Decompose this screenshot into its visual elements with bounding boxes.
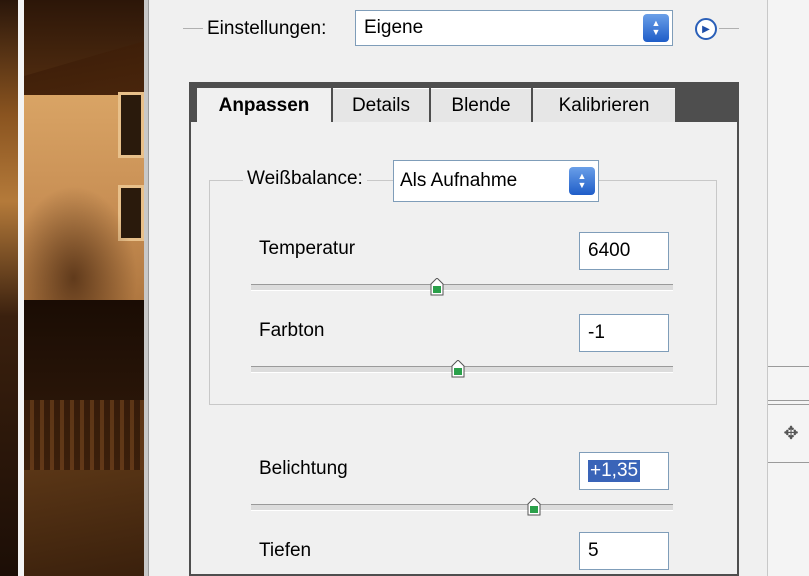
temperature-label: Temperatur — [259, 238, 356, 259]
move-cross-icon[interactable]: ✥ — [782, 423, 800, 443]
tab-kalibrieren[interactable]: Kalibrieren — [533, 88, 675, 122]
tab-anpassen[interactable]: Anpassen — [197, 88, 331, 124]
white-balance-select[interactable]: Als Aufnahme ▲ ▼ — [393, 160, 599, 202]
tint-input[interactable]: -1 — [579, 314, 669, 352]
right-panel: ✥ — [767, 0, 809, 576]
exposure-label: Belichtung — [259, 458, 348, 479]
image-preview — [0, 0, 148, 576]
shadows-input[interactable]: 5 — [579, 532, 669, 570]
tab-details[interactable]: Details — [333, 88, 429, 122]
photo-edge-strip — [0, 0, 18, 576]
temperature-slider-track[interactable] — [251, 284, 673, 291]
up-down-arrows-icon[interactable]: ▲ ▼ — [643, 14, 669, 42]
tint-value: -1 — [588, 322, 605, 343]
exposure-value: +1,35 — [588, 460, 641, 482]
white-balance-value: Als Aufnahme — [400, 170, 518, 191]
exposure-slider-track[interactable] — [251, 504, 673, 511]
tab-label: Details — [351, 94, 411, 116]
tab-label: Kalibrieren — [558, 94, 650, 116]
settings-label: Einstellungen: — [207, 18, 327, 39]
up-down-arrows-icon[interactable]: ▲ ▼ — [569, 167, 595, 195]
temperature-input[interactable]: 6400 — [579, 232, 669, 270]
camera-raw-panel: Einstellungen: Eigene ▲ ▼ ▶ Anpassen Deta… — [148, 0, 767, 576]
settings-value: Eigene — [364, 17, 424, 38]
tint-label: Farbton — [259, 320, 325, 341]
tab-label: Anpassen — [218, 95, 310, 116]
settings-row: Einstellungen: — [207, 12, 326, 46]
circle-arrow-right-icon[interactable]: ▶ — [695, 18, 717, 40]
tint-slider-thumb[interactable] — [451, 360, 465, 378]
temperature-value: 6400 — [588, 240, 631, 261]
tab-blende[interactable]: Blende — [431, 88, 531, 122]
exposure-slider-thumb[interactable] — [527, 498, 541, 516]
exposure-input[interactable]: +1,35 — [579, 452, 669, 490]
temperature-slider-thumb[interactable] — [430, 278, 444, 296]
settings-select[interactable]: Eigene ▲ ▼ — [355, 10, 673, 46]
white-balance-label: Weißbalance: — [243, 168, 367, 190]
shadows-label: Tiefen — [259, 540, 312, 561]
shadows-value: 5 — [588, 540, 599, 561]
tab-label: Blende — [451, 94, 511, 116]
